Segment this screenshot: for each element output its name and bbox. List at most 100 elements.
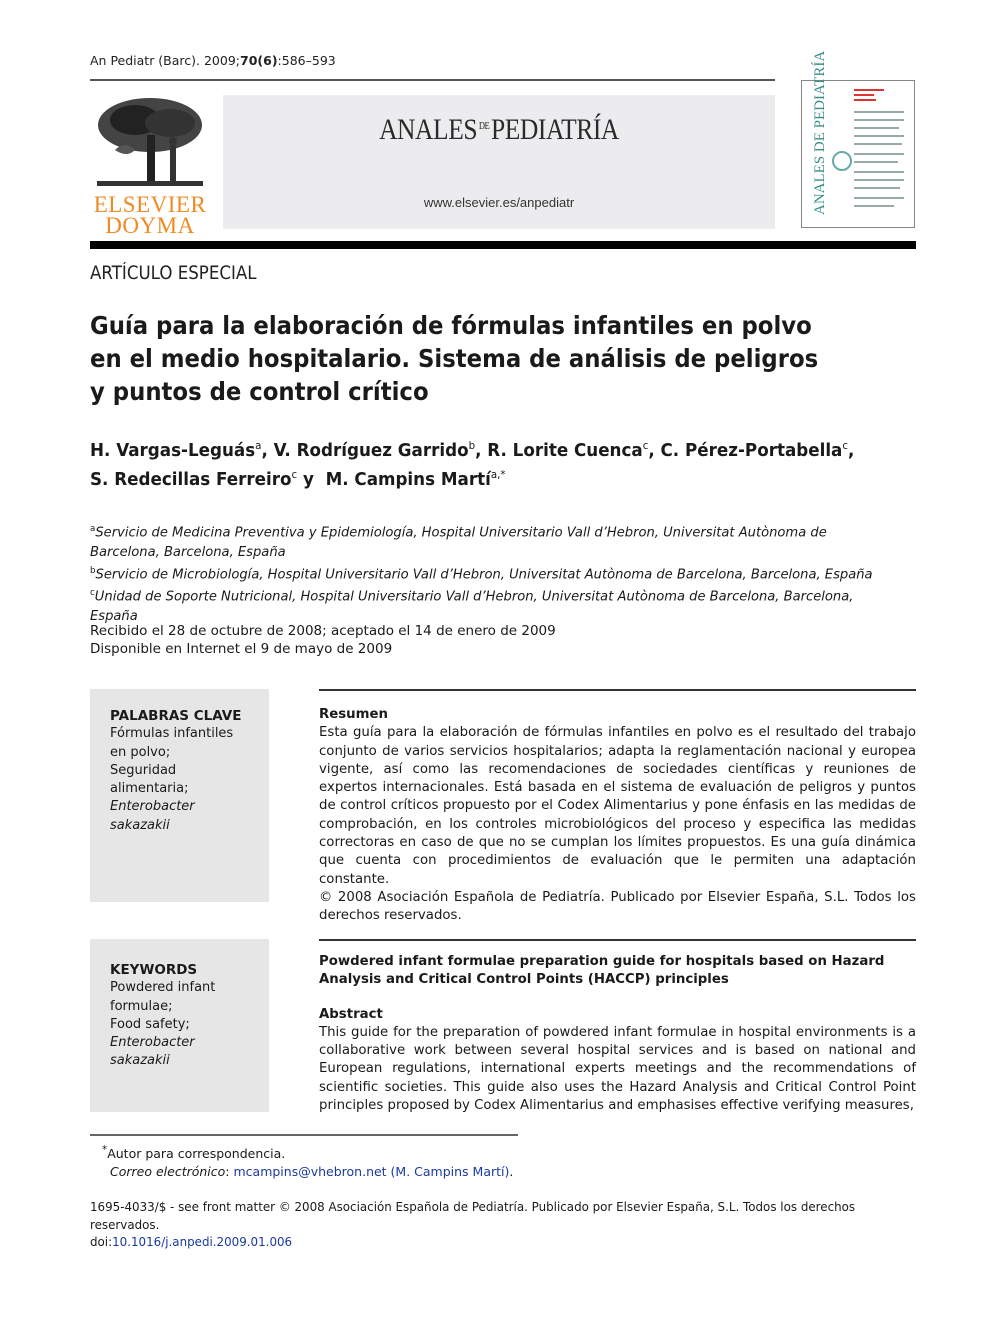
author-separator: ,: [648, 440, 661, 461]
keyword-item[interactable]: Food safety;: [110, 1016, 249, 1034]
author[interactable]: V. Rodríguez Garridob: [273, 439, 475, 461]
journal-name-de: DE: [478, 121, 490, 132]
cover-toc-line: [854, 161, 898, 163]
cover-spine: ANALES DE PEDIATRÍA: [808, 50, 830, 221]
abstract-rule: [319, 939, 916, 941]
author-separator: y: [297, 469, 320, 490]
footnote-text: Autor para correspondencia.: [107, 1146, 286, 1162]
keywords-heading: PALABRAS CLAVE: [110, 708, 242, 724]
article-title: Guía para la elaboración de fórmulas inf…: [90, 311, 819, 406]
cover-toc-line: [854, 119, 904, 121]
author-name: H. Vargas-Leguás: [90, 440, 256, 461]
article-type: ARTÍCULO ESPECIAL: [90, 263, 257, 284]
keyword-genus: Enterobacter: [110, 799, 195, 815]
author-separator: ,: [847, 440, 855, 461]
author-name: V. Rodríguez Garrido: [273, 440, 469, 461]
tree-icon: [95, 95, 205, 190]
cover-toc-line: [854, 197, 904, 199]
cover-toc-line: [854, 143, 902, 145]
affiliation: bServicio de Microbiología, Hospital Uni…: [90, 562, 900, 585]
journal-citation: An Pediatr (Barc). 2009;70(6):586–593: [90, 53, 336, 68]
author-affil-mark: a,*: [490, 468, 506, 481]
resumen-rule: [319, 689, 916, 691]
author-name: S. Redecillas Ferreiro: [90, 469, 292, 490]
cover-toc-line: [854, 179, 904, 181]
author-name: R. Lorite Cuenca: [487, 440, 643, 461]
doi-label: doi:: [90, 1234, 113, 1249]
header-thick-rule: [90, 241, 916, 249]
english-title: Powdered infant formulae preparation gui…: [319, 954, 885, 988]
affiliation-text: Unidad de Soporte Nutricional, Hospital …: [90, 588, 854, 624]
keyword-species: sakazakii: [110, 1053, 170, 1069]
cover-toc-line: [854, 187, 900, 189]
abstract-body: This guide for the preparation of powder…: [319, 1024, 916, 1114]
abstract-section: Powdered infant formulae preparation gui…: [319, 953, 916, 1115]
footnote-rule: [90, 1134, 518, 1136]
author[interactable]: H. Vargas-Leguása: [90, 439, 261, 461]
author-separator: ,: [475, 440, 488, 461]
header-rule: [90, 79, 775, 81]
email-link[interactable]: mcampins@vhebron.net (M. Campins Martí): [233, 1164, 509, 1179]
affiliation: aServicio de Medicina Preventiva y Epide…: [90, 520, 900, 562]
citation-prefix: An Pediatr (Barc). 2009;: [90, 53, 241, 68]
received-accepted-dates: Recibido el 28 de octubre de 2008; acept…: [90, 623, 556, 639]
resumen-heading: Resumen: [319, 707, 388, 722]
author[interactable]: R. Lorite Cuencac: [487, 439, 648, 461]
online-date: Disponible en Internet el 9 de mayo de 2…: [90, 641, 393, 657]
cover-spine-title: ANALES DE PEDIATRÍA: [812, 50, 828, 215]
resumen-copyright: © 2008 Asociación Española de Pediatría.…: [319, 889, 916, 924]
journal-cover-thumbnail[interactable]: ANALES DE PEDIATRÍA: [801, 50, 915, 228]
journal-masthead: ANALES DEPEDIATRÍA www.elsevier.es/anpedi…: [223, 95, 775, 229]
cover-toc-line: [854, 205, 894, 207]
publisher-name-2: DOYMA: [105, 213, 195, 238]
keywords-heading: KEYWORDS: [110, 962, 198, 978]
cover-toc-line: [854, 127, 899, 129]
author-list: H. Vargas-Leguása, V. Rodríguez Garridob…: [90, 434, 871, 492]
correspondence-footnote: *Autor para correspondencia. Correo elec…: [102, 1141, 513, 1181]
publisher-logo[interactable]: ELSEVIER DOYMA: [90, 95, 210, 237]
resumen-body: Esta guía para la elaboración de fórmula…: [319, 725, 916, 887]
keyword-genus: Enterobacter: [110, 1035, 195, 1051]
journal-name-part2: PEDIATRÍA: [491, 113, 619, 146]
front-matter-footer: 1695-4033/$ - see front matter © 2008 As…: [90, 1198, 879, 1251]
cover-issue-line: [854, 99, 876, 101]
citation-pages: :586–593: [277, 53, 336, 68]
author[interactable]: S. Redecillas Ferreiroc: [90, 468, 297, 490]
author-name: C. Pérez-Portabella: [660, 440, 843, 461]
author-separator: ,: [261, 440, 274, 461]
front-matter-text: 1695-4033/$ - see front matter © 2008 As…: [90, 1199, 856, 1232]
cover-toc-line: [854, 153, 904, 155]
journal-name-part1: ANALES: [379, 113, 478, 146]
author[interactable]: C. Pérez-Portabellac: [660, 439, 848, 461]
affiliation: cUnidad de Soporte Nutricional, Hospital…: [90, 584, 900, 626]
affiliation-text: Servicio de Microbiología, Hospital Univ…: [95, 566, 873, 582]
affiliation-list: aServicio de Medicina Preventiva y Epide…: [90, 520, 900, 626]
journal-name[interactable]: ANALES DEPEDIATRÍA: [264, 113, 733, 147]
journal-url-link[interactable]: www.elsevier.es/anpediatr: [223, 195, 775, 210]
citation-volume: 70(6): [240, 53, 278, 68]
article-dates: Recibido el 28 de octubre de 2008; acept…: [90, 622, 556, 658]
publisher-name-1: ELSEVIER: [93, 192, 207, 217]
cover-emblem-icon: [832, 151, 852, 171]
cover-toc-line: [854, 111, 904, 113]
keyword-item[interactable]: Fórmulas infantiles en polvo;: [110, 725, 249, 762]
cover-toc-line: [854, 135, 904, 137]
cover-issue-line: [854, 94, 874, 96]
affiliation-text: Servicio de Medicina Preventiva y Epidem…: [90, 524, 827, 560]
keyword-item[interactable]: Seguridad alimentaria;: [110, 762, 249, 799]
keyword-item[interactable]: Enterobacter sakazakii: [110, 1034, 249, 1071]
author-name: M. Campins Martí: [325, 469, 491, 490]
abstract-heading: Abstract: [319, 1006, 383, 1022]
keyword-item[interactable]: Enterobacter sakazakii: [110, 798, 249, 835]
author[interactable]: M. Campins Martía,*: [325, 468, 506, 490]
resumen-section: Resumen Esta guía para la elaboración de…: [319, 706, 916, 926]
cover-toc-line: [854, 171, 904, 173]
email-label: Correo electrónico: [110, 1164, 226, 1180]
doi-link[interactable]: 10.1016/j.anpedi.2009.01.006: [112, 1234, 292, 1249]
keyword-item[interactable]: Powdered infant formulae;: [110, 979, 249, 1016]
email-end: .: [509, 1164, 514, 1180]
keyword-species: sakazakii: [110, 817, 170, 833]
keywords-box-en: KEYWORDS Powdered infant formulae; Food …: [90, 939, 269, 1112]
cover-issue-line: [854, 89, 884, 91]
keywords-box-es: PALABRAS CLAVE Fórmulas infantiles en po…: [90, 689, 269, 902]
